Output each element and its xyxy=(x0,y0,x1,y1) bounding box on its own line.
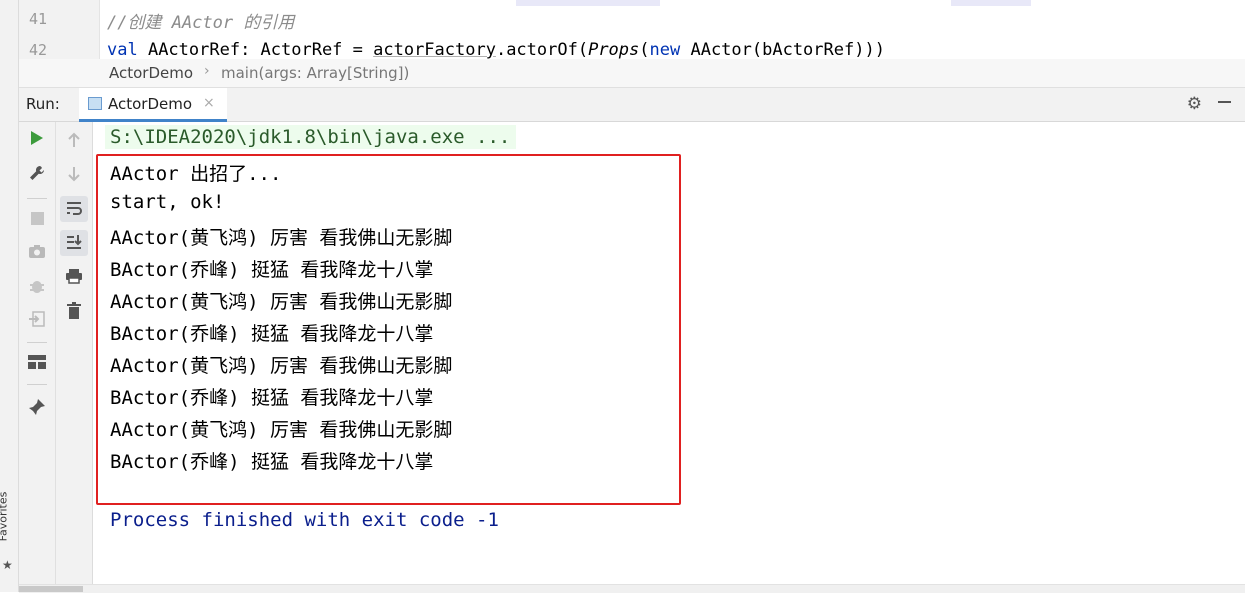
favorites-strip: Favorites ★ xyxy=(0,0,19,592)
breadcrumb-separator: › xyxy=(204,63,210,79)
code-keyword: new xyxy=(649,40,681,59)
line-number-gutter: 41 42 xyxy=(19,0,100,59)
process-exit-message: Process finished with exit code -1 xyxy=(110,509,499,531)
breadcrumb-method[interactable]: main(args: Array[String]) xyxy=(221,64,409,82)
arrow-up-icon[interactable] xyxy=(56,132,92,152)
usage-highlight xyxy=(516,0,660,6)
code-identifier: actorFactory xyxy=(373,40,496,59)
line-number: 41 xyxy=(28,10,47,28)
run-config-icon xyxy=(88,97,102,110)
trash-icon[interactable] xyxy=(56,302,92,323)
stop-icon[interactable] xyxy=(19,210,55,229)
code-line: //创建 AActor 的引用 xyxy=(107,8,294,33)
code-text: .actorOf( xyxy=(495,40,589,59)
usage-highlight xyxy=(951,0,1031,6)
run-tab[interactable]: ActorDemo × xyxy=(79,88,227,122)
breadcrumb: ActorDemo › main(args: Array[String]) xyxy=(19,59,1245,88)
code-identifier: Props xyxy=(588,40,640,59)
run-label: Run: xyxy=(26,95,60,113)
code-line: val AActorRef: ActorRef = actorFactory.a… xyxy=(107,40,885,59)
star-icon[interactable]: ★ xyxy=(2,558,13,572)
scroll-to-end-icon[interactable] xyxy=(56,234,92,254)
toolbar-separator xyxy=(27,198,47,199)
line-number: 42 xyxy=(28,41,47,59)
scrollbar-thumb[interactable] xyxy=(19,586,83,592)
code-keyword: val xyxy=(107,40,138,59)
close-icon[interactable]: × xyxy=(203,95,215,111)
camera-icon[interactable] xyxy=(19,244,55,263)
minimize-icon[interactable] xyxy=(1218,101,1231,103)
favorites-label[interactable]: Favorites xyxy=(0,492,9,542)
run-tab-label: ActorDemo xyxy=(108,95,193,113)
soft-wrap-icon[interactable] xyxy=(56,200,92,220)
pin-icon[interactable] xyxy=(19,398,55,420)
arrow-down-icon[interactable] xyxy=(56,166,92,186)
wrench-icon[interactable] xyxy=(19,164,55,186)
print-icon[interactable] xyxy=(56,268,92,288)
run-toolbar-secondary xyxy=(56,122,93,592)
highlight-annotation-box xyxy=(96,154,681,505)
debug-bug-icon[interactable] xyxy=(19,277,55,299)
code-comment: //创建 AActor 的引用 xyxy=(107,13,295,33)
code-text: AActorRef: ActorRef = xyxy=(137,40,374,59)
run-toolbar-primary xyxy=(19,122,56,592)
exit-icon[interactable] xyxy=(19,310,55,332)
code-text: ( xyxy=(639,40,650,59)
code-editor[interactable]: 41 42 //创建 AActor 的引用 val AActorRef: Act… xyxy=(19,0,1245,59)
toolbar-separator xyxy=(27,384,47,385)
run-tool-window-header: Run: ActorDemo × ⚙ xyxy=(19,88,1245,122)
layout-icon[interactable] xyxy=(19,354,55,373)
toolbar-separator xyxy=(27,342,47,343)
rerun-icon[interactable] xyxy=(19,130,55,150)
code-text: AActor(bActorRef))) xyxy=(680,40,885,59)
breadcrumb-class[interactable]: ActorDemo xyxy=(109,64,193,82)
gear-icon[interactable]: ⚙ xyxy=(1187,94,1202,114)
console-command-line: S:\IDEA2020\jdk1.8\bin\java.exe ... xyxy=(105,125,517,149)
